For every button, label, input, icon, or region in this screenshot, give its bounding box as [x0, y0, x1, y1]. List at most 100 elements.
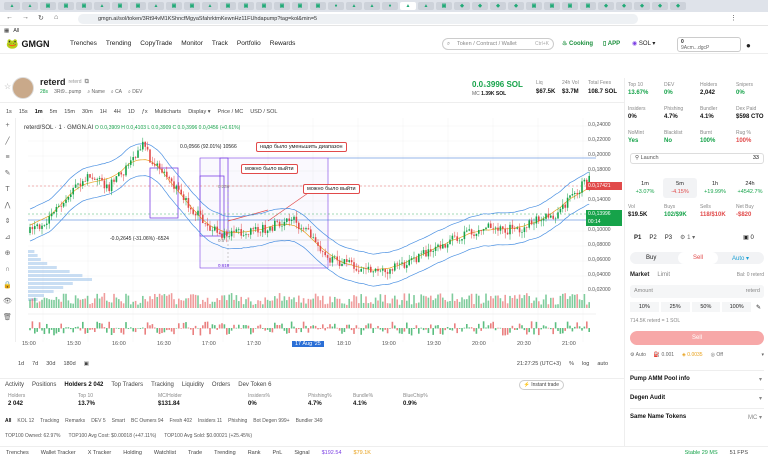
browser-tab[interactable]: ▣ [544, 2, 560, 10]
tab-tracking[interactable]: Tracking [151, 382, 174, 388]
bookmark-all[interactable]: All [13, 28, 19, 34]
annotation-note[interactable]: надо было уменьшить диапазон [256, 142, 347, 152]
browser-tab[interactable]: ◆ [598, 2, 614, 10]
browser-tab[interactable]: ▲ [94, 2, 110, 10]
annotation-note[interactable]: можно было выйти [303, 184, 360, 194]
display-button[interactable]: Display ▾ [188, 109, 210, 115]
status-holding[interactable]: Holding [123, 450, 142, 456]
star-icon[interactable]: ☆ [4, 82, 11, 91]
browser-tab[interactable]: ▲ [22, 2, 38, 10]
wallet-button[interactable]: 0 9Acm...dgcP [677, 37, 741, 52]
holder-filter[interactable]: BC Owners 94 [131, 418, 164, 424]
forward-icon[interactable]: → [22, 14, 29, 21]
settings-chevron-icon[interactable]: ▾ [761, 352, 764, 358]
cooking-button[interactable]: ♨ Cooking [562, 40, 593, 47]
amount-input[interactable]: Amount reterd [630, 285, 764, 298]
browser-tab[interactable]: ▣ [166, 2, 182, 10]
chain-selector[interactable]: ◉ SOL ▾ [632, 40, 655, 47]
nav-trending[interactable]: Trending [106, 40, 131, 47]
same-name-section[interactable]: Same Name Tokens MC ▾ [630, 408, 764, 426]
browser-tab[interactable]: ▲ [346, 2, 362, 10]
link-ca[interactable]: ⌕ CA [111, 89, 122, 95]
holder-filter[interactable]: Bundler 349 [296, 418, 323, 424]
pool-info-section[interactable]: Pump AMM Pool info ▾ [630, 370, 764, 388]
browser-tab[interactable]: ◆ [670, 2, 686, 10]
browser-tab[interactable]: ◆ [472, 2, 488, 10]
preset-p3[interactable]: P3 [665, 235, 672, 241]
zoom-icon[interactable]: ⊕ [0, 246, 15, 262]
auto-tab[interactable]: Auto ▾ [732, 255, 749, 262]
app-button[interactable]: ▯ APP [603, 40, 620, 47]
magnet-icon[interactable]: ∩ [0, 262, 15, 278]
range-7d[interactable]: 7d [32, 361, 38, 367]
reload-icon[interactable]: ↻ [38, 14, 44, 22]
browser-tab[interactable]: ▲ [364, 2, 380, 10]
trash-icon[interactable]: 🗑 [0, 310, 15, 326]
interval-5m[interactable]: 5m [50, 109, 58, 115]
text-tool-icon[interactable]: T [0, 182, 15, 198]
browser-tab[interactable]: ▣ [220, 2, 236, 10]
link-name[interactable]: ⌕ Name [87, 89, 105, 95]
eye-icon[interactable]: 👁 [0, 294, 15, 310]
sell-submit-button[interactable]: Sell [630, 331, 764, 345]
pct-10[interactable]: 10% [630, 302, 659, 312]
sell-tab[interactable]: Sell [678, 252, 718, 264]
browser-tab[interactable]: ▣ [274, 2, 290, 10]
pct-25[interactable]: 25% [660, 302, 690, 312]
multicharts-button[interactable]: Multicharts [155, 109, 182, 115]
user-avatar-icon[interactable]: ● [746, 41, 751, 50]
link-dev[interactable]: ⌕ DEV [128, 89, 142, 95]
instant-trade-button[interactable]: ⚡ Instant trade [518, 380, 564, 390]
browser-tab[interactable]: ◆ [508, 2, 524, 10]
tab-dev-token[interactable]: Dev Token 6 [238, 382, 271, 388]
status-watchlist[interactable]: Watchlist [154, 450, 176, 456]
price-mc-toggle[interactable]: Price / MC [218, 109, 244, 115]
fib-icon[interactable]: ≡ [0, 150, 15, 166]
interval-30m[interactable]: 30m [82, 109, 93, 115]
browser-tab[interactable]: ◆ [634, 2, 650, 10]
timeframe-1m[interactable]: 1m +3.07% [628, 178, 662, 198]
browser-tab[interactable]: ▣ [292, 2, 308, 10]
nav-monitor[interactable]: Monitor [181, 40, 203, 47]
holder-filter[interactable]: Fresh 402 [170, 418, 193, 424]
range-30d[interactable]: 30d [46, 361, 55, 367]
trendline-icon[interactable]: ╱ [0, 134, 15, 150]
preset-right[interactable]: ▣ 0 [743, 234, 754, 241]
browser-tab[interactable]: ▲ [202, 2, 218, 10]
lock-icon[interactable]: 🔒 [0, 278, 15, 294]
nav-rewards[interactable]: Rewards [270, 40, 296, 47]
status-signal[interactable]: Signal [294, 450, 309, 456]
browser-tab[interactable]: ▣ [526, 2, 542, 10]
holder-filter[interactable]: KOL 12 [17, 418, 34, 424]
browser-tab[interactable]: ▣ [112, 2, 128, 10]
nav-copytrade[interactable]: CopyTrade [140, 40, 172, 47]
measure-icon[interactable]: ⇕ [0, 214, 15, 230]
pct-50[interactable]: 50% [691, 302, 721, 312]
browser-tab[interactable]: ▣ [562, 2, 578, 10]
nav-trenches[interactable]: Trenches [70, 40, 97, 47]
interval-1m[interactable]: 1m [35, 109, 43, 115]
crosshair-icon[interactable]: + [0, 118, 15, 134]
preset-p2[interactable]: P2 [649, 235, 656, 241]
apps-icon[interactable]: ▦ [4, 28, 9, 34]
percent-toggle[interactable]: % [569, 361, 574, 367]
browser-tab[interactable]: ▣ [436, 2, 452, 10]
browser-tab[interactable]: ▣ [256, 2, 272, 10]
menu-icon[interactable]: ⋮ [730, 14, 737, 22]
launch-input[interactable]: ⚲ Launch 33 [630, 153, 764, 164]
indicator-icon[interactable]: ƒx [142, 109, 148, 115]
interval-15m[interactable]: 15m [64, 109, 75, 115]
browser-tab[interactable]: ◆ [652, 2, 668, 10]
copy-icon[interactable]: ⧉ [85, 79, 89, 86]
nav-track[interactable]: Track [212, 40, 228, 47]
browser-tab[interactable]: ▣ [58, 2, 74, 10]
ruler-icon[interactable]: ⊿ [0, 230, 15, 246]
status-rank[interactable]: Rank [248, 450, 261, 456]
usd-sol-toggle[interactable]: USD / SOL [250, 109, 277, 115]
tab-liquidity[interactable]: Liquidity [182, 382, 204, 388]
logo[interactable]: 🐸 GMGN [6, 39, 49, 50]
browser-tab[interactable]: ▣ [238, 2, 254, 10]
holder-filter[interactable]: Phishing [228, 418, 247, 424]
timeframe-5m[interactable]: 5m -4.15% [663, 178, 697, 198]
status-x-tracker[interactable]: X Tracker [88, 450, 112, 456]
